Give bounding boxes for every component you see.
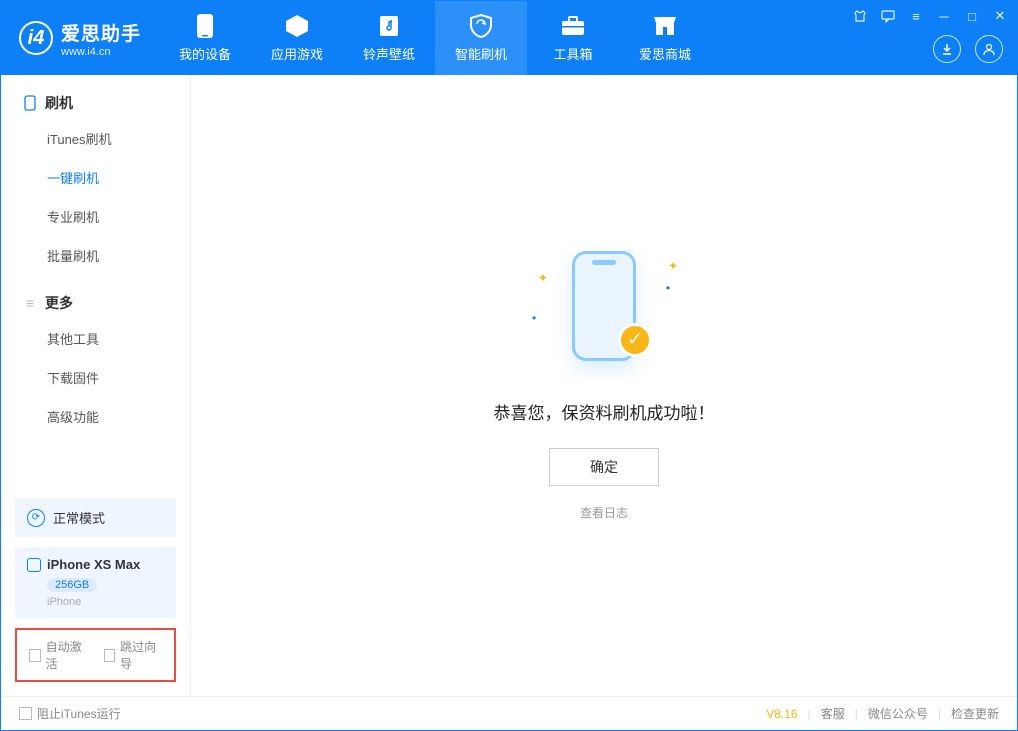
maximize-icon[interactable]: □	[963, 7, 981, 25]
view-log-link[interactable]: 查看日志	[580, 504, 628, 521]
list-icon: ≡	[23, 296, 37, 310]
nav-ringtones[interactable]: 铃声壁纸	[343, 1, 435, 75]
check-icon: ✓	[618, 323, 652, 357]
storage-badge: 256GB	[47, 578, 97, 592]
mode-box[interactable]: ⟳ 正常模式	[15, 498, 176, 537]
menu-icon[interactable]: ≡	[907, 7, 925, 25]
close-icon[interactable]: ✕	[991, 7, 1009, 25]
shirt-icon[interactable]	[851, 7, 869, 25]
device-name: iPhone XS Max	[47, 557, 140, 572]
phone-icon	[27, 558, 41, 572]
sidebar-item-othertools[interactable]: 其他工具	[1, 319, 190, 358]
music-icon	[376, 13, 402, 39]
nav-my-device[interactable]: 我的设备	[159, 1, 251, 75]
checkbox-block-itunes[interactable]: 阻止iTunes运行	[19, 705, 121, 722]
nav-toolbox[interactable]: 工具箱	[527, 1, 619, 75]
sidebar-item-batch[interactable]: 批量刷机	[1, 236, 190, 275]
status-link-update[interactable]: 检查更新	[951, 705, 999, 722]
device-type: iPhone	[47, 596, 164, 608]
app-url: www.i4.cn	[61, 46, 141, 58]
download-icon[interactable]	[933, 35, 961, 63]
nav-apps[interactable]: 应用游戏	[251, 1, 343, 75]
logo-icon: i4	[19, 21, 53, 55]
nav-tabs: 我的设备 应用游戏 铃声壁纸 智能刷机 工具箱 爱思商城	[159, 1, 711, 75]
checkbox-icon	[19, 707, 32, 720]
version-label: V8.16	[766, 707, 797, 721]
sidebar: 刷机 iTunes刷机 一键刷机 专业刷机 批量刷机 ≡ 更多 其他工具 下载固…	[1, 75, 191, 696]
confirm-button[interactable]: 确定	[549, 448, 659, 486]
status-link-support[interactable]: 客服	[821, 705, 845, 722]
checkbox-icon	[29, 649, 41, 662]
device-box[interactable]: iPhone XS Max 256GB iPhone	[15, 547, 176, 618]
sidebar-item-itunes[interactable]: iTunes刷机	[1, 119, 190, 158]
sidebar-section-more: ≡ 更多	[1, 293, 190, 319]
mode-label: 正常模式	[53, 508, 105, 527]
cube-icon	[284, 13, 310, 39]
sidebar-item-firmware[interactable]: 下载固件	[1, 358, 190, 397]
option-checkboxes: 自动激活 跳过向导	[15, 628, 176, 682]
mode-icon: ⟳	[27, 509, 45, 527]
sidebar-section-flash: 刷机	[1, 93, 190, 119]
titlebar: i4 爱思助手 www.i4.cn 我的设备 应用游戏 铃声壁纸 智能刷机	[1, 1, 1017, 75]
nav-store[interactable]: 爱思商城	[619, 1, 711, 75]
status-link-wechat[interactable]: 微信公众号	[868, 705, 928, 722]
app-name: 爱思助手	[61, 19, 141, 46]
checkbox-icon	[104, 649, 116, 662]
main-content: ✓ ✦ • • ✦ 恭喜您，保资料刷机成功啦！ 确定 查看日志	[191, 75, 1017, 696]
sidebar-item-oneclick[interactable]: 一键刷机	[1, 158, 190, 197]
sidebar-item-advanced[interactable]: 高级功能	[1, 397, 190, 436]
toolbox-icon	[560, 13, 586, 39]
statusbar: 阻止iTunes运行 V8.16 | 客服 | 微信公众号 | 检查更新	[1, 696, 1017, 730]
success-message: 恭喜您，保资料刷机成功啦！	[494, 399, 715, 424]
checkbox-auto-activate[interactable]: 自动激活	[29, 638, 88, 672]
store-icon	[652, 13, 678, 39]
checkbox-skip-guide[interactable]: 跳过向导	[104, 638, 163, 672]
device-icon	[192, 13, 218, 39]
logo: i4 爱思助手 www.i4.cn	[1, 1, 159, 75]
minimize-icon[interactable]: ─	[935, 7, 953, 25]
phone-icon	[23, 96, 37, 110]
shield-icon	[468, 13, 494, 39]
user-icon[interactable]	[975, 35, 1003, 63]
nav-flash[interactable]: 智能刷机	[435, 1, 527, 75]
sidebar-item-pro[interactable]: 专业刷机	[1, 197, 190, 236]
feedback-icon[interactable]	[879, 7, 897, 25]
success-illustration: ✓ ✦ • • ✦	[544, 251, 664, 371]
